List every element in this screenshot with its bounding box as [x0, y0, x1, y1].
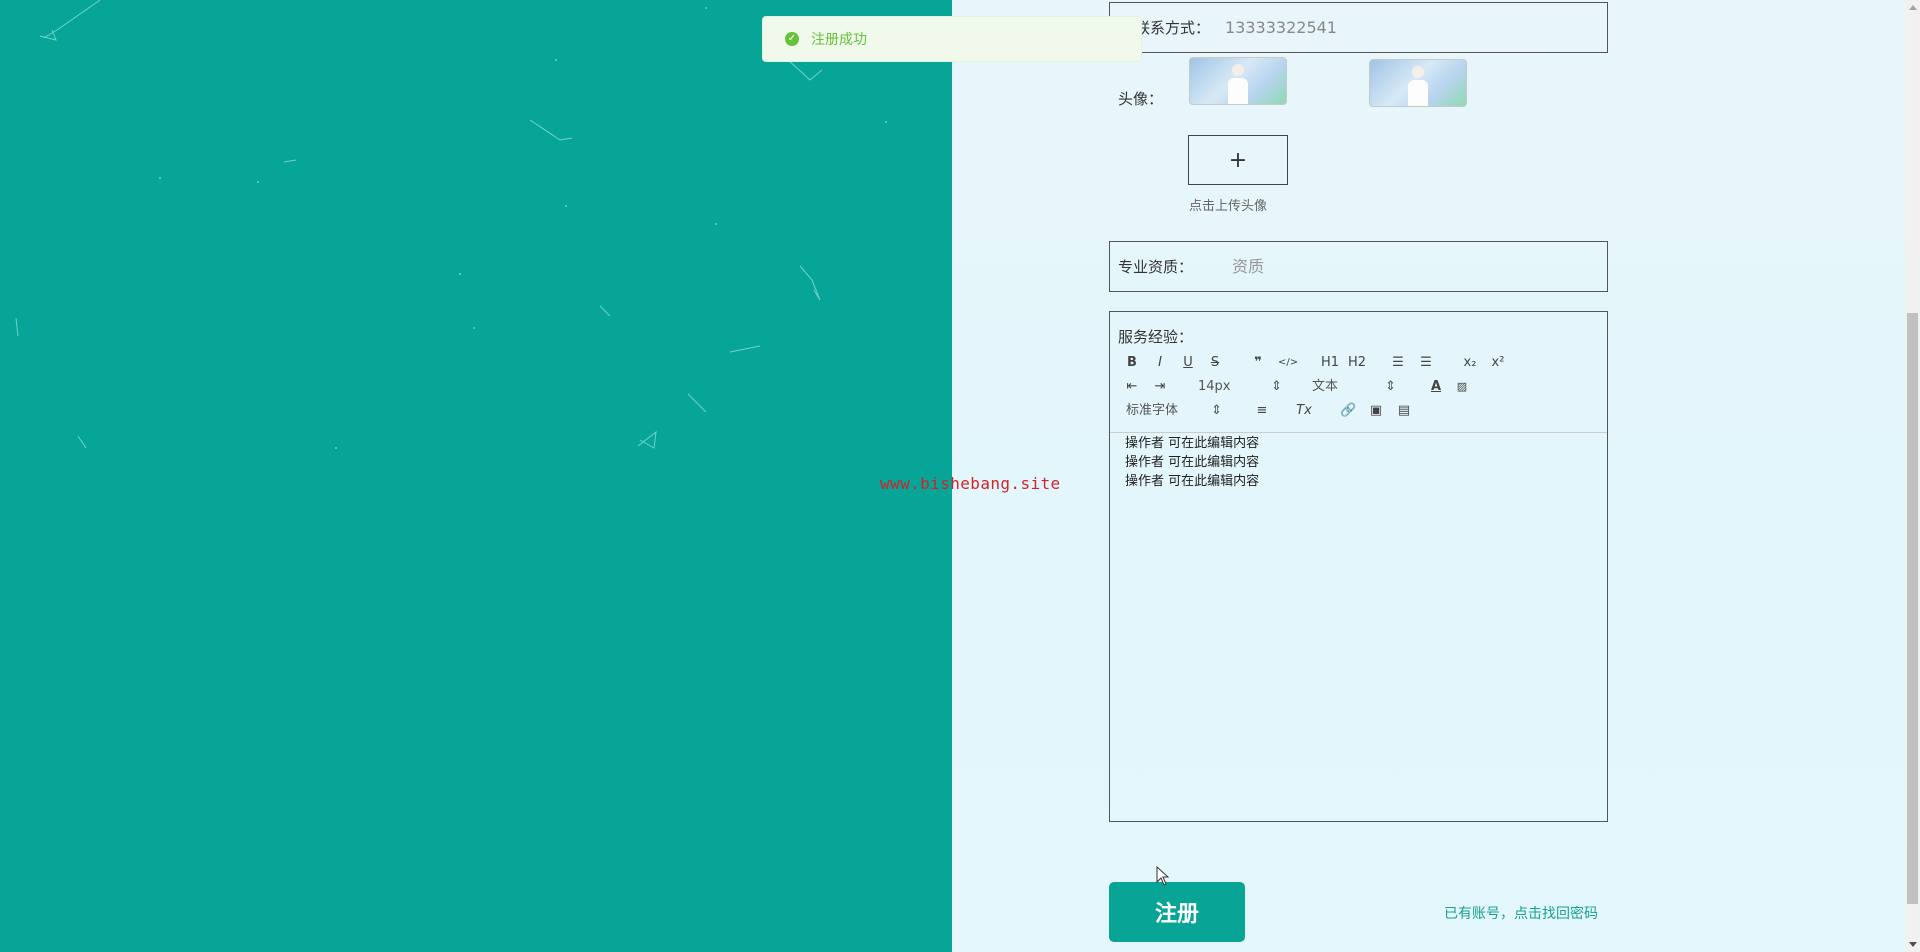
watermark-text: www.bishebang.site [880, 474, 1061, 493]
check-circle-icon: ✓ [785, 32, 799, 46]
bold-button[interactable]: B [1124, 352, 1140, 374]
contact-field[interactable]: 联系方式： 13333322541 [1109, 2, 1608, 53]
avatar-thumbnail[interactable] [1189, 57, 1287, 105]
login-link[interactable]: 已有账号，点击找回密码 [1444, 903, 1598, 923]
editor-line: 操作者 可在此编辑内容 [1125, 474, 1260, 489]
qualification-field: 专业资质： [1109, 241, 1608, 292]
strike-button[interactable]: S [1207, 352, 1223, 374]
blockquote-icon[interactable]: ❞ [1250, 352, 1266, 374]
qualification-input[interactable] [1230, 256, 1574, 277]
subscript-button[interactable]: x₂ [1462, 352, 1478, 374]
decorative-background-panel [0, 0, 952, 952]
font-size-select[interactable]: 14px ⇕ [1198, 376, 1282, 398]
image-icon[interactable]: ▣ [1368, 400, 1384, 422]
scrollbar-thumb[interactable] [1907, 313, 1918, 904]
outdent-icon[interactable]: ⇤ [1124, 376, 1140, 398]
page-scrollbar[interactable] [1905, 0, 1920, 952]
header2-button[interactable]: H2 [1348, 352, 1366, 374]
experience-editor: 服务经验： B I U S ❞ </> H1 H2 ☰ ☰ x₂ x² ⇤ ⇥ … [1109, 311, 1608, 822]
avatar-label: 头像： [1118, 90, 1164, 108]
link-icon[interactable]: 🔗 [1340, 400, 1356, 422]
clear-format-icon[interactable]: Tx [1296, 400, 1312, 422]
contact-label: 联系方式： [1135, 19, 1211, 37]
mouse-cursor-icon [1156, 866, 1170, 886]
scroll-up-icon[interactable] [1909, 5, 1917, 10]
editor-toolbar: B I U S ❞ </> H1 H2 ☰ ☰ x₂ x² ⇤ ⇥ 14px ⇕ … [1110, 332, 1607, 433]
upload-avatar-button[interactable]: + [1188, 135, 1288, 185]
select-arrows-icon: ⇕ [1385, 379, 1396, 394]
toast-message: 注册成功 [811, 32, 867, 48]
header1-button[interactable]: H1 [1321, 352, 1339, 374]
video-icon[interactable]: ▤ [1396, 400, 1412, 422]
underline-button[interactable]: U [1180, 352, 1196, 374]
font-family-select[interactable]: 标准字体 ⇕ [1126, 400, 1222, 422]
upload-avatar-hint: 点击上传头像 [1189, 199, 1268, 214]
background-color-icon[interactable]: ▨ [1454, 376, 1470, 398]
avatar-thumbnail[interactable] [1369, 59, 1467, 107]
scroll-down-icon[interactable] [1909, 942, 1917, 947]
success-toast: ✓ 注册成功 [762, 16, 1142, 62]
align-icon[interactable]: ≡ [1254, 400, 1270, 422]
select-arrows-icon: ⇕ [1271, 379, 1282, 394]
editor-line: 操作者 可在此编辑内容 [1125, 436, 1260, 451]
header-select[interactable]: 文本 ⇕ [1312, 376, 1396, 398]
contact-value[interactable]: 13333322541 [1225, 18, 1337, 37]
ordered-list-icon[interactable]: ☰ [1390, 352, 1406, 374]
font-color-icon[interactable]: A [1428, 376, 1444, 398]
italic-button[interactable]: I [1152, 352, 1168, 374]
superscript-button[interactable]: x² [1490, 352, 1506, 374]
code-block-icon[interactable]: </> [1278, 352, 1298, 374]
editor-line: 操作者 可在此编辑内容 [1125, 455, 1260, 470]
indent-icon[interactable]: ⇥ [1152, 376, 1168, 398]
particle-lines-decoration [15, 0, 887, 449]
qualification-label: 专业资质： [1118, 258, 1194, 276]
register-button[interactable]: 注册 [1109, 882, 1245, 942]
editor-content-area[interactable]: 操作者 可在此编辑内容 操作者 可在此编辑内容 操作者 可在此编辑内容 [1125, 434, 1259, 491]
bullet-list-icon[interactable]: ☰ [1418, 352, 1434, 374]
select-arrows-icon: ⇕ [1211, 403, 1222, 418]
